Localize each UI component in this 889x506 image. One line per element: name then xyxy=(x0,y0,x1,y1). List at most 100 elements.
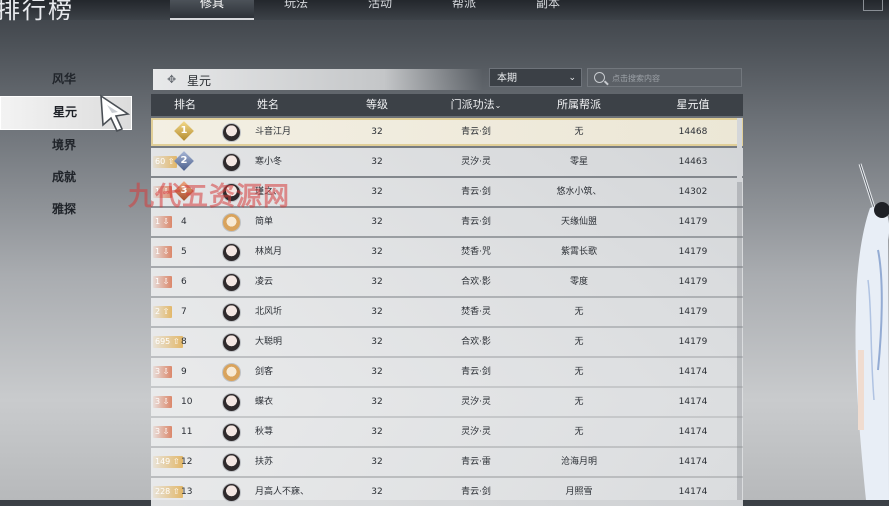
table-row[interactable]: 3 ⇩ 9 剑客 32 青云·剑 无 14174 xyxy=(151,358,743,386)
table-row[interactable]: 1 斗音江月 32 青云·剑 无 14468 xyxy=(151,118,743,146)
rank-number: 5 xyxy=(181,247,187,257)
player-school: 青云·雷 xyxy=(461,457,491,467)
rank-change-value: 149 xyxy=(155,457,171,466)
player-guild: 悠水小筑、 xyxy=(556,187,602,197)
tab-dungeon[interactable]: 副本 xyxy=(506,0,590,20)
tab-equipment[interactable]: 修具 xyxy=(170,0,254,20)
table-row[interactable]: 60 ⇧ 2 寒小冬 32 灵汐·灵 零星 14463 xyxy=(151,148,743,176)
category-header: ✥ 星元 xyxy=(153,69,483,90)
scrollbar[interactable] xyxy=(737,118,742,500)
table-header: 排名 姓名 等级 门派功法⌄ 所属帮派 星元值 xyxy=(151,94,743,116)
col-school-sort[interactable]: 门派功法⌄ xyxy=(437,94,515,116)
table-row[interactable]: 3 ⇩ 10 蝶衣 32 灵汐·灵 无 14174 xyxy=(151,388,743,416)
player-guild: 无 xyxy=(574,337,584,347)
col-rank: 排名 xyxy=(174,98,196,111)
avatar[interactable] xyxy=(222,333,241,352)
avatar-cell xyxy=(219,388,247,416)
rank-down-badge: 3 ⇩ xyxy=(153,426,173,438)
player-guild: 零星 xyxy=(569,157,588,167)
table-row[interactable]: 3 ⇩ 11 秋荨 32 灵汐·灵 无 14174 xyxy=(151,418,743,446)
close-button[interactable] xyxy=(863,0,883,11)
player-name: 扶苏 xyxy=(255,457,274,467)
chevron-down-icon: ⌄ xyxy=(568,73,576,83)
rank-number: 7 xyxy=(181,307,187,317)
rank-cell: 1 ⇩ 6 xyxy=(151,268,219,296)
avatar-cell xyxy=(219,418,247,446)
avatar-cell xyxy=(219,328,247,356)
sidebar-item-jingjie[interactable]: 境界 xyxy=(0,130,150,162)
avatar-cell xyxy=(219,268,247,296)
rank-cell: 228 ⇧ 13 xyxy=(151,478,219,506)
player-level: 32 xyxy=(371,277,383,287)
xingyuan-value: 14463 xyxy=(678,157,708,167)
player-school: 焚香·灵 xyxy=(461,307,491,317)
rank-number: 11 xyxy=(181,427,193,437)
arrow-up-icon: ⇧ xyxy=(160,307,170,316)
table-row[interactable]: 1 ⇩ 5 林岚月 32 焚香·咒 紫霄长歌 14179 xyxy=(151,238,743,266)
avatar[interactable] xyxy=(222,273,241,292)
tab-gameplay[interactable]: 玩法 xyxy=(254,0,338,20)
xingyuan-value: 14179 xyxy=(678,247,708,257)
player-level: 32 xyxy=(371,337,383,347)
player-name: 斗音江月 xyxy=(255,127,292,137)
table-row[interactable]: 149 ⇧ 12 扶苏 32 青云·雷 沧海月明 14174 xyxy=(151,448,743,476)
avatar[interactable] xyxy=(222,153,241,172)
arrow-down-icon: ⇩ xyxy=(160,397,170,406)
tab-guild[interactable]: 帮派 xyxy=(422,0,506,20)
xingyuan-value: 14179 xyxy=(678,217,708,227)
period-dropdown[interactable]: 本期 ⌄ xyxy=(489,68,582,87)
col-guild: 所属帮派 xyxy=(557,98,601,111)
arrow-down-icon: ⇩ xyxy=(160,277,170,286)
character-figure xyxy=(855,163,889,500)
player-level: 32 xyxy=(371,307,383,317)
avatar[interactable] xyxy=(222,213,241,232)
avatar[interactable] xyxy=(222,483,241,502)
diamond-icon: ✥ xyxy=(167,73,177,86)
player-level: 32 xyxy=(371,397,383,407)
search-icon[interactable] xyxy=(594,72,605,83)
rank-number: 8 xyxy=(181,337,187,347)
player-school: 灵汐·灵 xyxy=(461,157,491,167)
avatar[interactable] xyxy=(222,363,241,382)
avatar[interactable] xyxy=(222,303,241,322)
rank-change-value: 695 xyxy=(155,337,171,346)
table-row[interactable]: 2 ⇧ 7 北风圻 32 焚香·灵 无 14179 xyxy=(151,298,743,326)
rank-cell: 3 ⇩ 10 xyxy=(151,388,219,416)
table-row[interactable]: 228 ⇧ 13 月高人不寐、 32 青云·剑 月照雪 14174 xyxy=(151,478,743,506)
player-school: 青云·剑 xyxy=(461,127,491,137)
rank-number: 1 xyxy=(180,125,188,136)
avatar-cell xyxy=(219,298,247,326)
arrow-down-icon: ⇩ xyxy=(160,427,170,436)
rank-number: 10 xyxy=(181,397,193,407)
player-school: 灵汐·灵 xyxy=(461,397,491,407)
player-guild: 无 xyxy=(574,307,584,317)
gold-medal-icon: 1 xyxy=(174,121,194,141)
avatar[interactable] xyxy=(222,243,241,262)
avatar[interactable] xyxy=(222,123,241,142)
table-row[interactable]: 1 ⇩ 6 凌云 32 合欢·影 零度 14179 xyxy=(151,268,743,296)
rank-down-badge: 1 ⇩ xyxy=(153,246,173,258)
window-title: 排行榜 xyxy=(0,0,74,24)
search-input[interactable] xyxy=(610,70,739,87)
watermark: 九代五资源网 xyxy=(128,182,291,212)
rank-down-badge: 3 ⇩ xyxy=(153,396,173,408)
player-name: 蝶衣 xyxy=(255,397,274,407)
player-level: 32 xyxy=(371,157,383,167)
scrollbar-thumb[interactable] xyxy=(737,118,742,182)
player-level: 32 xyxy=(371,457,383,467)
tab-activity[interactable]: 活动 xyxy=(338,0,422,20)
avatar[interactable] xyxy=(222,453,241,472)
player-name: 大聪明 xyxy=(255,337,283,347)
avatar[interactable] xyxy=(222,393,241,412)
player-name: 月高人不寐、 xyxy=(255,487,310,497)
sidebar-item-fenghua[interactable]: 风华 xyxy=(0,64,150,96)
player-level: 32 xyxy=(371,247,383,257)
player-name: 林岚月 xyxy=(255,247,283,257)
xingyuan-value: 14174 xyxy=(678,367,708,377)
avatar[interactable] xyxy=(222,423,241,442)
table-row[interactable]: 695 ⇧ 8 大聪明 32 合欢·影 无 14179 xyxy=(151,328,743,356)
player-guild: 天缘仙盟 xyxy=(560,217,597,227)
xingyuan-value: 14174 xyxy=(678,487,708,497)
player-guild: 沧海月明 xyxy=(560,457,597,467)
player-level: 32 xyxy=(371,427,383,437)
